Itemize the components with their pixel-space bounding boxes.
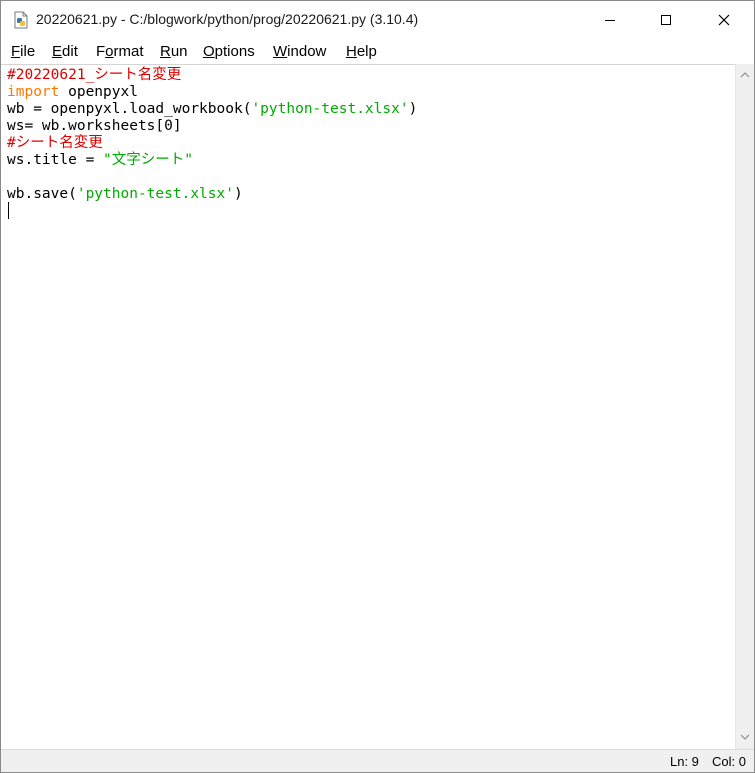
code-token: openpyxl <box>59 84 138 100</box>
menu-options[interactable]: Options <box>203 43 255 60</box>
menu-format[interactable]: Format <box>96 43 144 60</box>
window-title: 20220621.py - C:/blogwork/python/prog/20… <box>36 11 419 27</box>
code-token: ws= wb.worksheets[0] <box>7 118 182 134</box>
code-line[interactable]: import openpyxl <box>7 84 417 101</box>
code-token: #20220621_シート名変更 <box>7 67 182 83</box>
code-token: import <box>7 84 60 100</box>
code-line[interactable]: #20220621_シート名変更 <box>7 67 417 84</box>
minimize-button[interactable] <box>582 1 638 39</box>
close-icon <box>718 14 730 26</box>
code-token: "文字シート" <box>103 152 193 168</box>
status-line-number: Ln: 9 <box>670 754 699 769</box>
title-bar[interactable]: 20220621.py - C:/blogwork/python/prog/20… <box>1 1 754 39</box>
menu-bar: File Edit Format Run Options Window Help <box>1 39 754 64</box>
menu-edit[interactable]: Edit <box>52 43 78 60</box>
code-token: ) <box>408 101 418 117</box>
scroll-down-arrow-icon[interactable] <box>740 734 750 741</box>
scroll-up-arrow-icon[interactable] <box>740 71 750 78</box>
code-line[interactable]: wb.save('python-test.xlsx') <box>7 186 417 203</box>
python-file-icon <box>14 11 28 29</box>
status-bar: Ln: 9 Col: 0 <box>1 749 754 772</box>
maximize-icon <box>661 15 671 25</box>
close-button[interactable] <box>696 1 752 39</box>
code-editor[interactable]: #20220621_シート名変更 import openpyxl wb = open… <box>1 64 735 750</box>
menu-help[interactable]: Help <box>346 43 377 60</box>
code-line[interactable] <box>7 203 417 220</box>
code-token: ) <box>233 186 243 202</box>
code-token: 'python-test.xlsx' <box>251 101 409 117</box>
code-token: #シート名変更 <box>7 135 103 151</box>
minimize-icon <box>605 20 615 21</box>
menu-file[interactable]: File <box>11 43 35 60</box>
code-token: ws.title = <box>7 152 104 168</box>
code-token: wb.save( <box>7 186 77 202</box>
menu-window[interactable]: Window <box>273 43 326 60</box>
code-line[interactable]: ws= wb.worksheets[0] <box>7 118 417 135</box>
maximize-button[interactable] <box>638 1 694 39</box>
menu-run[interactable]: Run <box>160 43 188 60</box>
text-cursor <box>8 202 9 219</box>
vertical-scrollbar[interactable] <box>735 64 754 749</box>
code-text[interactable]: #20220621_シート名変更 import openpyxl wb = open… <box>7 67 417 220</box>
code-line[interactable]: wb = openpyxl.load_workbook('python-test… <box>7 101 417 118</box>
code-line[interactable] <box>7 169 417 186</box>
code-token: wb = openpyxl.load_workbook( <box>7 101 252 117</box>
code-line[interactable]: #シート名変更 <box>7 135 417 152</box>
status-column-number: Col: 0 <box>712 754 746 769</box>
code-token: 'python-test.xlsx' <box>76 186 234 202</box>
code-line[interactable]: ws.title = "文字シート" <box>7 152 417 169</box>
idle-editor-window: 20220621.py - C:/blogwork/python/prog/20… <box>0 0 755 773</box>
